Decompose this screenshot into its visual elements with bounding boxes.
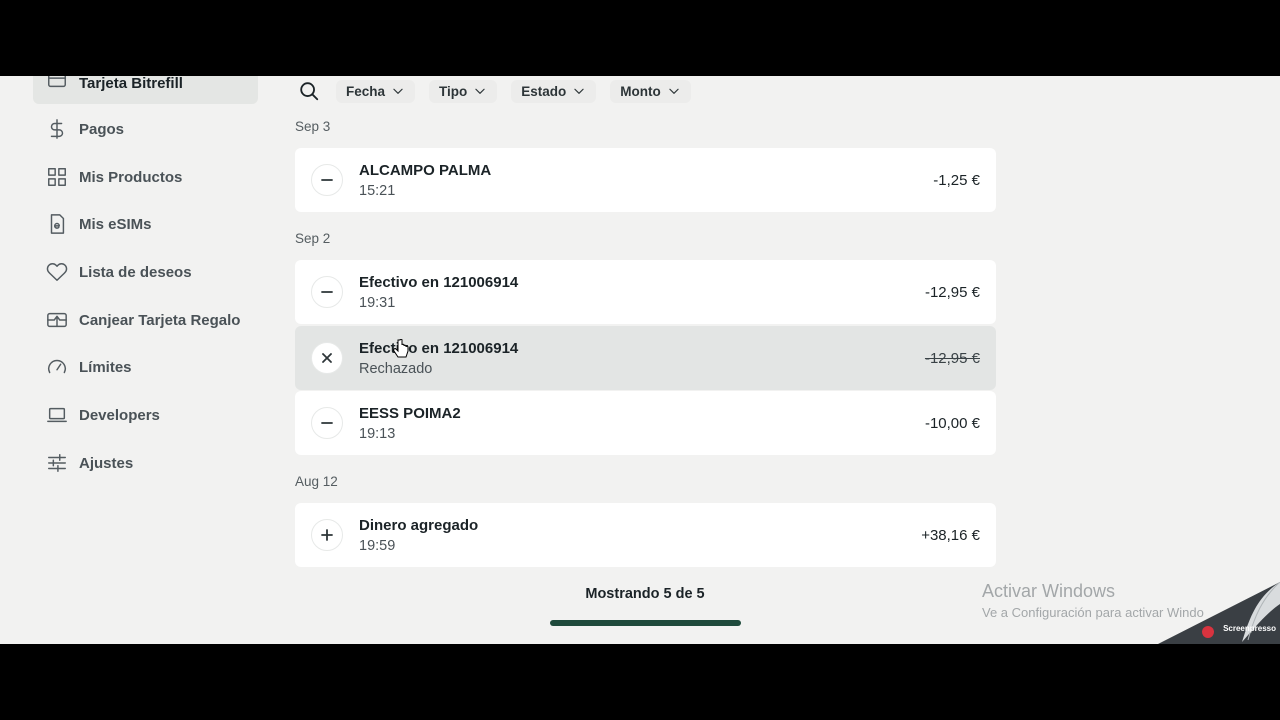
filter-label: Tipo	[439, 83, 468, 99]
chevron-down-icon	[669, 88, 679, 94]
plus-icon	[311, 519, 343, 551]
transaction-row[interactable]: Dinero agregado 19:59 +38,16 €	[295, 503, 996, 567]
date-group-label: Sep 3	[295, 119, 331, 134]
sidebar-item-label: Ajustes	[79, 454, 134, 472]
sidebar-item-canjear-tarjeta-regalo[interactable]: Canjear Tarjeta Regalo	[33, 297, 258, 343]
date-group-label: Aug 12	[295, 474, 338, 489]
sidebar-item-lista-de-deseos[interactable]: Lista de deseos	[33, 249, 258, 295]
transaction-amount: +38,16 €	[921, 527, 980, 544]
screenpresso-brand: Screenpresso	[1223, 624, 1276, 633]
transaction-name: Efectivo en 121006914	[359, 340, 519, 357]
sidebar-item-ajustes[interactable]: Ajustes	[33, 440, 258, 486]
chevron-down-icon	[393, 88, 403, 94]
card-icon	[45, 76, 69, 92]
windows-activation-title: Activar Windows	[982, 581, 1116, 601]
esim-icon	[45, 212, 69, 236]
search-icon[interactable]	[296, 78, 322, 104]
minus-icon	[311, 164, 343, 196]
pagination-status: Mostrando 5 de 5	[585, 586, 705, 602]
filter-fecha[interactable]: Fecha	[336, 79, 416, 103]
grid-icon	[45, 165, 69, 189]
laptop-icon	[45, 403, 69, 427]
sidebar: Tarjeta Bitrefill Pagos Mis Productos Mi…	[0, 76, 275, 644]
chevron-down-icon	[475, 88, 485, 94]
transaction-name: Dinero agregado	[359, 517, 479, 534]
sidebar-item-label: Canjear Tarjeta Regalo	[79, 311, 241, 329]
gift-card-icon	[45, 308, 69, 332]
filter-label: Fecha	[346, 83, 386, 99]
sidebar-item-developers[interactable]: Developers	[33, 392, 258, 438]
filter-tipo[interactable]: Tipo	[429, 79, 498, 103]
filter-monto[interactable]: Monto	[610, 79, 691, 103]
transaction-time: 19:13	[359, 426, 396, 442]
sidebar-item-label: Límites	[79, 358, 132, 376]
sidebar-item-label: Pagos	[79, 120, 125, 138]
dollar-icon	[45, 117, 69, 141]
app-screen: Tarjeta Bitrefill Pagos Mis Productos Mi…	[0, 76, 1280, 644]
sidebar-item-mis-productos[interactable]: Mis Productos	[33, 154, 258, 200]
sidebar-item-pagos[interactable]: Pagos	[33, 106, 258, 152]
transaction-row[interactable]: Efectivo en 121006914 19:31 -12,95 €	[295, 260, 996, 324]
transaction-name: ALCAMPO PALMA	[359, 162, 492, 179]
close-icon	[311, 342, 343, 374]
sliders-icon	[45, 451, 69, 475]
sidebar-item-label: Mis Productos	[79, 168, 183, 186]
sidebar-item-limites[interactable]: Límites	[33, 344, 258, 390]
filter-label: Estado	[521, 83, 567, 99]
sidebar-item-label: Mis eSIMs	[79, 215, 152, 233]
minus-icon	[311, 276, 343, 308]
transaction-row[interactable]: ALCAMPO PALMA 15:21 -1,25 €	[295, 148, 996, 212]
progress-bar	[550, 620, 741, 626]
sidebar-item-label: Tarjeta Bitrefill	[79, 76, 183, 92]
transaction-time: 19:31	[359, 295, 396, 311]
gauge-icon	[45, 355, 69, 379]
transaction-amount: -1,25 €	[933, 172, 980, 189]
minus-icon	[311, 407, 343, 439]
filter-estado[interactable]: Estado	[511, 79, 597, 103]
transaction-amount: -10,00 €	[924, 415, 980, 432]
transaction-time: 19:59	[359, 538, 396, 554]
chevron-down-icon	[574, 88, 584, 94]
sidebar-item-mis-esims[interactable]: Mis eSIMs	[33, 201, 258, 247]
date-group-label: Sep 2	[295, 231, 331, 246]
transaction-row[interactable]: EESS POIMA2 19:13 -10,00 €	[295, 391, 996, 455]
transaction-status: Rechazado	[359, 361, 433, 377]
sidebar-item-label: Developers	[79, 406, 160, 424]
transaction-time: 15:21	[359, 183, 396, 199]
sidebar-item-tarjeta-bitrefill[interactable]: Tarjeta Bitrefill	[33, 76, 258, 104]
filter-bar: Fecha Tipo Estado Monto	[296, 78, 691, 104]
sidebar-item-label: Lista de deseos	[79, 263, 192, 281]
transaction-amount: -12,95 €	[924, 284, 980, 301]
transaction-name: EESS POIMA2	[359, 405, 461, 422]
page-curl-logo	[1158, 582, 1280, 644]
heart-icon	[45, 260, 69, 284]
filter-label: Monto	[620, 83, 661, 99]
transaction-amount: -12,95 €	[924, 350, 980, 367]
hand-cursor-icon	[393, 339, 409, 358]
transaction-name: Efectivo en 121006914	[359, 274, 519, 291]
